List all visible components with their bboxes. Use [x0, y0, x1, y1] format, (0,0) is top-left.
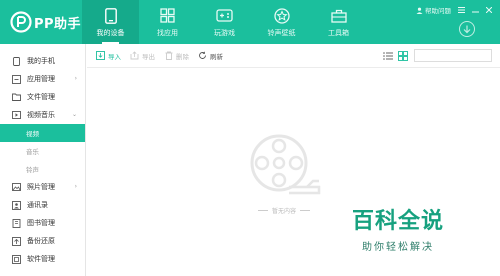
feedback-label: 帮助问题	[425, 7, 451, 15]
nav-ringtones-wallpapers[interactable]: 铃声壁纸	[253, 0, 310, 44]
sidebar-item-label: 图书管理	[27, 219, 55, 227]
sidebar-subitem-label: 视频	[26, 130, 39, 138]
film-reel-icon	[247, 131, 325, 203]
window-controls: 帮助问题	[409, 5, 492, 15]
export-icon	[130, 51, 139, 60]
toolbox-icon	[330, 7, 348, 25]
view-toggle	[378, 51, 408, 61]
pp-logo-icon	[10, 11, 32, 33]
sidebar-item-label: 照片管理	[27, 183, 55, 191]
photo-icon	[12, 183, 21, 192]
nav-toolbox-label: 工具箱	[328, 28, 349, 37]
empty-state-text: 暂无内容	[239, 206, 329, 215]
main-nav: 我的设备 找应用 玩游戏 铃声壁纸 工具箱	[82, 0, 367, 44]
sidebar-item-file-manage[interactable]: 文件管理	[0, 88, 85, 106]
nav-ringtones-wallpapers-label: 铃声壁纸	[267, 28, 296, 37]
delete-label: 删除	[176, 52, 189, 61]
download-icon	[463, 25, 471, 33]
user-icon	[416, 7, 423, 14]
sidebar-item-label: 视频音乐	[27, 111, 55, 119]
sidebar-item-label: 文件管理	[27, 93, 55, 101]
sidebar-subitem-video[interactable]: 视频	[0, 124, 85, 142]
sidebar-item-photo-manage[interactable]: 照片管理 ›	[0, 178, 85, 196]
download-manager-button[interactable]	[459, 21, 475, 37]
app-logo: PP助手	[10, 11, 81, 33]
backup-icon	[12, 236, 21, 246]
video-icon	[12, 111, 21, 120]
nav-toolbox[interactable]: 工具箱	[310, 0, 367, 44]
sidebar-item-book-manage[interactable]: 图书管理	[0, 214, 85, 232]
divider	[300, 210, 310, 211]
menu-icon[interactable]	[458, 7, 465, 13]
watermark-title: 百科全说	[351, 209, 444, 234]
phone-icon	[102, 7, 120, 25]
import-icon	[96, 51, 105, 60]
empty-label: 暂无内容	[271, 208, 296, 215]
import-button[interactable]: 导入	[96, 51, 121, 61]
chevron-right-icon: ›	[74, 75, 77, 82]
sidebar-item-label: 通讯录	[27, 201, 48, 209]
minimize-icon[interactable]	[472, 7, 479, 13]
divider	[257, 210, 268, 211]
chevron-right-icon: ›	[74, 183, 77, 190]
nav-my-device[interactable]: 我的设备	[82, 0, 139, 44]
gamepad-icon	[216, 7, 234, 25]
star-icon	[273, 7, 291, 25]
sidebar-item-video-music[interactable]: 视频音乐 ⌄	[0, 106, 85, 124]
sidebar-item-my-phone[interactable]: 我的手机	[0, 52, 85, 70]
content-toolbar: 导入 导出 删除 刷新	[87, 44, 500, 68]
nav-find-apps[interactable]: 找应用	[139, 0, 196, 44]
watermark-subtitle: 助你轻松解决	[362, 242, 434, 253]
refresh-label: 刷新	[210, 52, 223, 61]
software-icon	[12, 254, 21, 264]
sidebar-item-app-manage[interactable]: 应用管理 ›	[0, 70, 85, 88]
search-input[interactable]	[414, 49, 492, 62]
list-view-icon[interactable]	[383, 51, 393, 61]
export-label: 导出	[142, 52, 155, 61]
nav-my-device-label: 我的设备	[96, 28, 125, 37]
refresh-icon	[198, 51, 207, 60]
nav-play-games[interactable]: 玩游戏	[196, 0, 253, 44]
chevron-down-icon: ⌄	[71, 111, 77, 118]
sidebar-item-contacts[interactable]: 通讯录	[0, 196, 85, 214]
apps-icon	[159, 7, 177, 25]
sidebar-item-software-manage[interactable]: 软件管理	[0, 250, 85, 268]
refresh-button[interactable]: 刷新	[198, 51, 223, 61]
folder-icon	[12, 93, 21, 102]
phone-outline-icon	[12, 56, 21, 66]
sidebar-subitem-music[interactable]: 音乐	[0, 142, 85, 160]
book-icon	[12, 218, 21, 228]
import-label: 导入	[108, 52, 121, 61]
sidebar: 我的手机 应用管理 › 文件管理 视频音乐 ⌄ 视频 音乐 铃声 照片管理 › …	[0, 44, 86, 276]
app-name: PP助手	[34, 16, 82, 32]
close-icon[interactable]	[486, 7, 492, 13]
export-button[interactable]: 导出	[130, 51, 155, 61]
sidebar-item-backup-restore[interactable]: 备份还原	[0, 232, 85, 250]
sidebar-item-label: 应用管理	[27, 75, 55, 83]
sidebar-item-label: 备份还原	[27, 237, 55, 245]
trash-icon	[164, 51, 173, 60]
contacts-icon	[12, 200, 21, 210]
grid-view-icon[interactable]	[398, 51, 408, 61]
delete-button[interactable]: 删除	[164, 51, 189, 61]
nav-play-games-label: 玩游戏	[214, 28, 235, 37]
sidebar-item-label: 软件管理	[27, 255, 55, 263]
sidebar-subitem-label: 音乐	[26, 148, 39, 156]
feedback-link[interactable]: 帮助问题	[416, 5, 451, 15]
nav-find-apps-label: 找应用	[157, 28, 178, 37]
sidebar-subitem-label: 铃声	[26, 166, 39, 174]
top-header: PP助手 我的设备 找应用 玩游戏 铃声壁纸 工具箱 帮助问题	[0, 0, 500, 44]
watermark: 百科全说 助你轻松解决	[334, 203, 462, 253]
app-manage-icon	[12, 74, 21, 84]
sidebar-subitem-ringtone[interactable]: 铃声	[0, 160, 85, 178]
sidebar-item-label: 我的手机	[27, 57, 55, 65]
